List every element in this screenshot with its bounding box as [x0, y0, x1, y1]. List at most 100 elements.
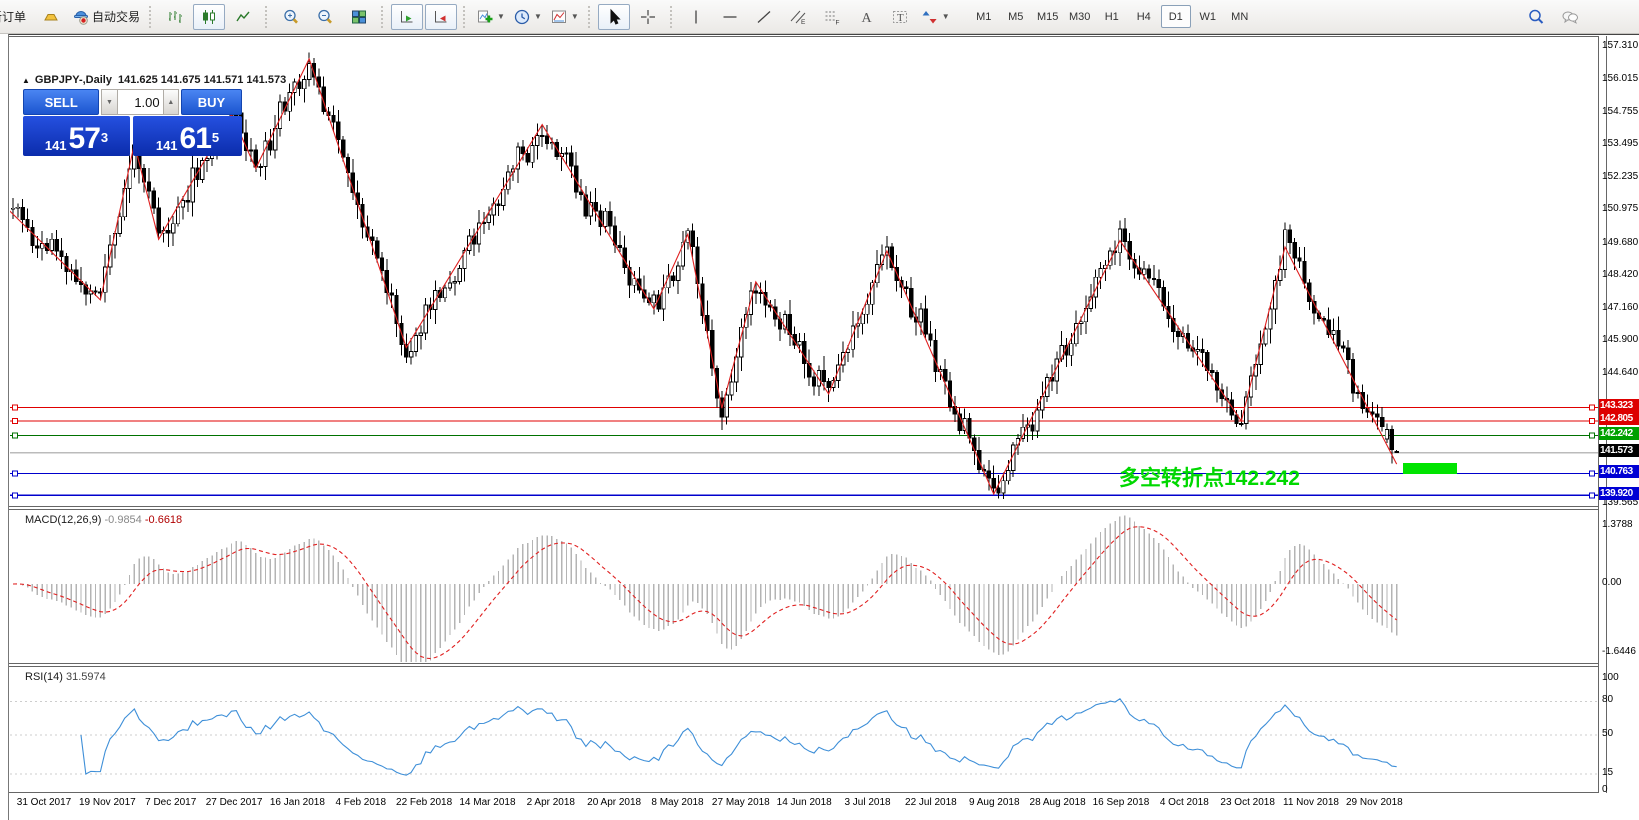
volume-increase-button[interactable]: ▲: [163, 89, 179, 115]
text-button[interactable]: A: [850, 4, 882, 30]
clock-icon: [513, 8, 531, 26]
main-pane-top: [9, 36, 1599, 37]
macd-pane-bottom: [9, 663, 1599, 664]
line-handle: [1590, 418, 1595, 423]
zoomout-icon: [316, 8, 334, 26]
date-label: 16 Sep 2018: [1093, 797, 1150, 808]
arrows-icon: [921, 8, 939, 26]
date-label: 9 Aug 2018: [969, 797, 1020, 808]
date-label: 11 Nov 2018: [1283, 797, 1339, 808]
rsi-tick: 100: [1602, 672, 1619, 683]
zoom-out-button[interactable]: [309, 4, 341, 30]
hline-icon: [721, 8, 739, 26]
price-tag-140.763: 140.763: [1599, 465, 1639, 478]
timeframe-h1-button[interactable]: H1: [1097, 5, 1127, 28]
timeframe-m15-button[interactable]: M15: [1033, 5, 1063, 28]
sell-button[interactable]: SELL: [23, 89, 99, 115]
trendline-icon: [755, 8, 773, 26]
line-chart-button[interactable]: [227, 4, 259, 30]
vertical-line-button[interactable]: [680, 4, 712, 30]
toolbar-separator: [149, 6, 153, 28]
buy-button[interactable]: BUY: [181, 89, 242, 115]
candlestick-chart-button[interactable]: [193, 4, 225, 30]
toolbar-separator: [265, 6, 269, 28]
price-tick: 148.420: [1602, 269, 1638, 280]
price-tick: 156.015: [1602, 73, 1638, 84]
robot-icon: [72, 8, 90, 26]
fibonacci-button[interactable]: F: [816, 4, 848, 30]
auto-scroll-button[interactable]: [391, 4, 423, 30]
timeframe-d1-button[interactable]: D1: [1161, 5, 1191, 28]
gold-icon-button[interactable]: [35, 4, 67, 30]
line-handle: [1590, 493, 1595, 498]
hline-139.92[interactable]: [10, 493, 1599, 498]
main-pane-bottom: [9, 506, 1599, 507]
line-handle: [1590, 405, 1595, 410]
arrows-button[interactable]: ▼: [918, 4, 953, 30]
date-label: 31 Oct 2017: [17, 797, 71, 808]
cursor-icon: [605, 8, 623, 26]
volume-input[interactable]: 1.00: [118, 89, 163, 115]
timeframe-m1-button[interactable]: M1: [969, 5, 999, 28]
rsi-tick: 80: [1602, 694, 1613, 705]
trend-arrow-icon: ▲: [22, 76, 30, 85]
ask-prefix: 141: [156, 138, 178, 153]
timeframe-mn-button[interactable]: MN: [1225, 5, 1255, 28]
periods-button[interactable]: ▼: [510, 4, 545, 30]
date-label: 22 Feb 2018: [396, 797, 452, 808]
date-label: 19 Nov 2017: [79, 797, 136, 808]
indicators-button[interactable]: ▼: [473, 4, 508, 30]
tile-windows-button[interactable]: [343, 4, 375, 30]
equidistant-channel-button[interactable]: E: [782, 4, 814, 30]
price-tick: 149.680: [1602, 237, 1638, 248]
template-icon: [550, 8, 568, 26]
crosshair-button[interactable]: [632, 4, 664, 30]
date-label: 4 Feb 2018: [335, 797, 386, 808]
labelt-icon: T: [891, 8, 909, 26]
turning-point-annotation[interactable]: 多空转折点142.242: [1119, 462, 1300, 492]
macd-signal-value: -0.6618: [145, 514, 182, 526]
trendline-button[interactable]: [748, 4, 780, 30]
rsi-tick: 50: [1602, 728, 1613, 739]
date-label: 14 Mar 2018: [459, 797, 515, 808]
highlight-rectangle[interactable]: [1403, 463, 1457, 474]
price-tag-141.573: 141.573: [1599, 444, 1639, 457]
macd-pane-canvas[interactable]: [10, 511, 1599, 665]
timeframe-w1-button[interactable]: W1: [1193, 5, 1223, 28]
rsi-pane-canvas[interactable]: [10, 668, 1599, 794]
cursor-button[interactable]: [598, 4, 630, 30]
hline-142.805[interactable]: [10, 418, 1599, 423]
macd-label: MACD(12,26,9) -0.9854 -0.6618: [25, 514, 182, 526]
search-button[interactable]: [1520, 4, 1552, 30]
linechart-icon: [234, 8, 252, 26]
ask-big-digits: 61: [180, 125, 211, 153]
timeframe-m5-button[interactable]: M5: [1001, 5, 1031, 28]
main-chart-canvas[interactable]: [10, 38, 1599, 508]
hline-140.763[interactable]: [10, 471, 1599, 476]
text-label-button[interactable]: T: [884, 4, 916, 30]
svg-text:F: F: [835, 19, 839, 26]
price-tag-142.805: 142.805: [1599, 412, 1639, 425]
timeframe-h4-button[interactable]: H4: [1129, 5, 1159, 28]
chart-shift-button[interactable]: [425, 4, 457, 30]
new-order-button[interactable]: 新订单: [1, 4, 33, 30]
rsi-label: RSI(14) 31.5974: [25, 671, 106, 683]
community-chat-button[interactable]: [1554, 4, 1586, 30]
symbol-period-label: GBPJPY-,Daily: [35, 74, 112, 86]
macd-tick: -1.6446: [1602, 646, 1636, 657]
indicators-icon: [476, 8, 494, 26]
bar-chart-button[interactable]: [159, 4, 191, 30]
price-tag-142.242: 142.242: [1599, 427, 1639, 440]
hline-142.242[interactable]: [10, 433, 1599, 438]
rsi-line: [81, 699, 1397, 775]
horizontal-line-button[interactable]: [714, 4, 746, 30]
zoom-in-button[interactable]: [275, 4, 307, 30]
templates-button[interactable]: ▼: [547, 4, 582, 30]
price-tick: 152.235: [1602, 171, 1638, 182]
fibo-icon: F: [823, 8, 841, 26]
volume-decrease-button[interactable]: ▼: [101, 89, 117, 115]
date-label: 7 Dec 2017: [145, 797, 196, 808]
zoomin-icon: [282, 8, 300, 26]
autotrading-button[interactable]: 自动交易: [69, 4, 143, 30]
timeframe-m30-button[interactable]: M30: [1065, 5, 1095, 28]
